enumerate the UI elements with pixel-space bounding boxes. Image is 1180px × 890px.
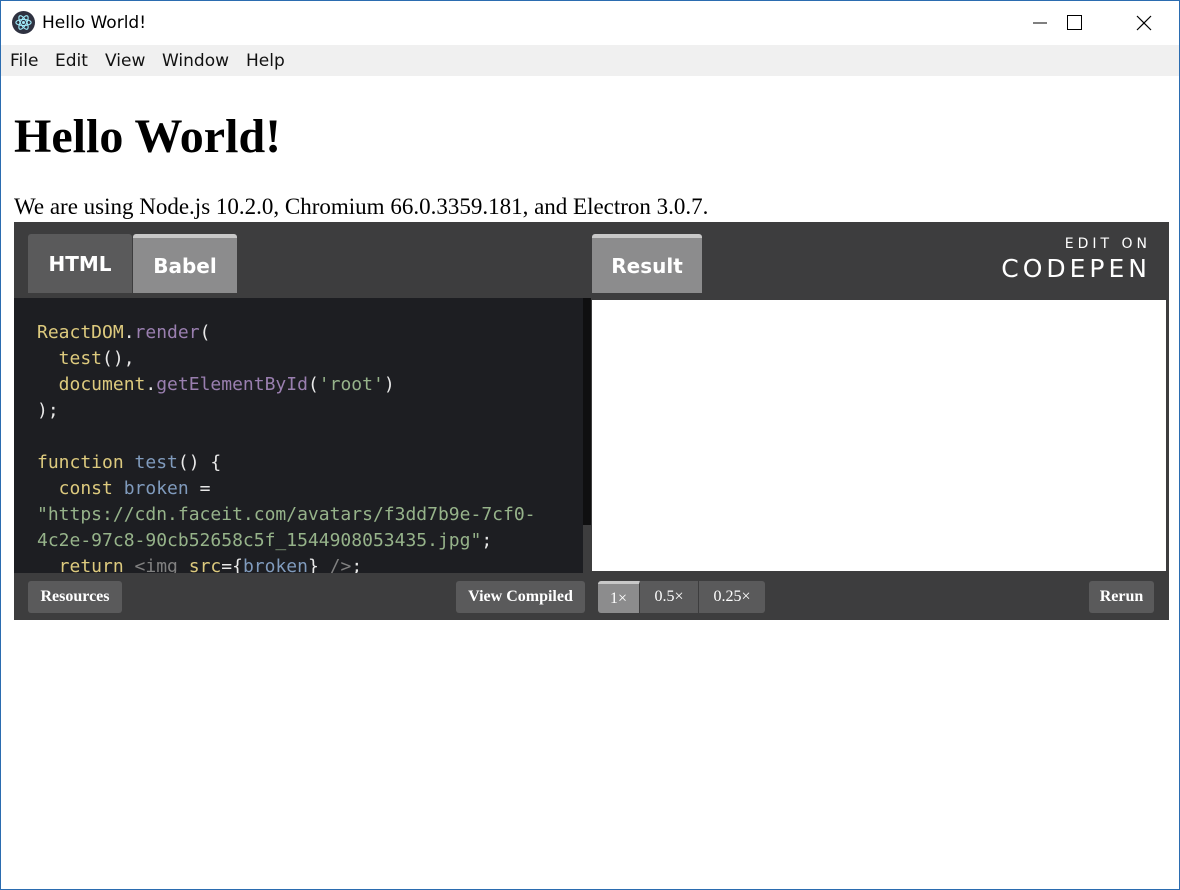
result-pane <box>592 300 1166 571</box>
zoom-selector: 1× 0.5× 0.25× <box>598 581 765 613</box>
code-token: ={ <box>221 556 243 573</box>
code-token: const <box>37 478 124 499</box>
embed-footer: Resources View Compiled 1× 0.5× 0.25× Re… <box>14 574 1169 620</box>
code-token: ReactDOM <box>37 322 124 343</box>
code-token: render <box>134 322 200 343</box>
menu-window[interactable]: Window <box>162 51 229 71</box>
code-token: (), <box>102 348 135 369</box>
code-token: function <box>37 452 135 473</box>
code-token: . <box>123 322 135 343</box>
code-line: const broken = <box>37 476 211 502</box>
title-bar: Hello World! <box>1 1 1179 45</box>
code-line: document.getElementById('root') <box>37 372 395 398</box>
view-compiled-button[interactable]: View Compiled <box>456 581 585 613</box>
code-token: "https://cdn.faceit.com/avatars/f3dd7b9e… <box>37 504 536 525</box>
code-token: broken <box>123 478 189 499</box>
zoom-1x-button[interactable]: 1× <box>598 581 640 613</box>
code-token: 'root' <box>318 374 384 395</box>
code-line: ); <box>37 398 59 424</box>
code-token: ; <box>481 530 493 551</box>
codepen-logo: CODEPEN <box>1001 254 1151 283</box>
code-token: getElementById <box>156 374 308 395</box>
code-line: "https://cdn.faceit.com/avatars/f3dd7b9e… <box>37 502 536 528</box>
version-text: We are using Node.js 10.2.0, Chromium 66… <box>14 194 709 219</box>
code-token: document <box>37 374 146 395</box>
code-token: = <box>188 478 211 499</box>
close-icon <box>1136 15 1152 31</box>
code-token: ; <box>351 556 363 573</box>
code-token: src <box>188 556 222 573</box>
tab-result[interactable]: Result <box>592 234 702 293</box>
code-token: 4c2e-97c8-90cb52658c5f_1544908053435.jpg… <box>37 530 482 551</box>
codepen-logo-text: CODEPEN <box>1001 254 1151 283</box>
code-token: () { <box>177 452 222 473</box>
window-title: Hello World! <box>42 13 147 33</box>
code-token: } <box>307 556 330 573</box>
code-line: ReactDOM.render( <box>37 320 210 346</box>
maximize-icon <box>1067 15 1082 30</box>
code-token: <img <box>134 556 189 573</box>
edit-on-codepen-link[interactable]: EDIT ON CODEPEN <box>1001 236 1151 283</box>
menu-edit[interactable]: Edit <box>55 51 88 71</box>
app-window: Hello World! File Edit View Window Help … <box>0 0 1180 890</box>
menu-view[interactable]: View <box>105 51 145 71</box>
electron-icon <box>12 11 35 34</box>
editor-scrollbar[interactable] <box>583 298 591 525</box>
code-line: return <img src={broken} />; <box>37 554 363 573</box>
tab-babel[interactable]: Babel <box>133 234 237 293</box>
code-token: ) <box>383 374 395 395</box>
code-token: . <box>145 374 157 395</box>
edit-on-label: EDIT ON <box>1064 236 1151 252</box>
page-heading: Hello World! <box>14 110 282 163</box>
code-token: ); <box>37 400 59 421</box>
tab-html[interactable]: HTML <box>28 234 132 293</box>
code-token: return <box>37 556 135 573</box>
code-editor[interactable]: ReactDOM.render( test(), document.getEle… <box>14 298 583 573</box>
codepen-embed: HTML Babel Result EDIT ON CODEPEN ReactD… <box>14 222 1169 620</box>
menu-file[interactable]: File <box>10 51 38 71</box>
menu-bar: File Edit View Window Help <box>1 45 1179 76</box>
code-token: /> <box>329 556 352 573</box>
code-token: test <box>37 348 103 369</box>
code-token: ( <box>199 322 211 343</box>
menu-help[interactable]: Help <box>246 51 285 71</box>
code-line: test(), <box>37 346 135 372</box>
zoom-0.5x-button[interactable]: 0.5× <box>640 581 699 613</box>
code-line: function test() { <box>37 450 221 476</box>
resources-button[interactable]: Resources <box>28 581 122 613</box>
zoom-0.25x-button[interactable]: 0.25× <box>699 581 765 613</box>
code-token: test <box>134 452 178 473</box>
close-button[interactable] <box>1109 1 1179 45</box>
rerun-button[interactable]: Rerun <box>1089 581 1154 613</box>
code-token: ( <box>307 374 319 395</box>
maximize-button[interactable] <box>1040 1 1110 45</box>
code-token: broken <box>242 556 308 573</box>
code-line: 4c2e-97c8-90cb52658c5f_1544908053435.jpg… <box>37 528 492 554</box>
